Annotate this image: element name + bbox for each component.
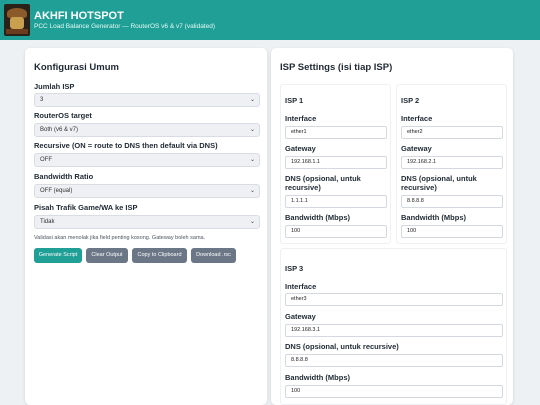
isp-3-interface-label: Interface [285,282,317,291]
recursive-label: Recursive (ON = route to DNS then defaul… [34,141,218,150]
app-subtitle: PCC Load Balance Generator — RouterOS v6… [34,22,216,30]
isp-2-dns-input[interactable]: 8.8.8.8 [401,195,503,208]
app-header: AKHFI HOTSPOT PCC Load Balance Generator… [0,0,540,40]
isp-card-3: ISP 3 Interface ether3 Gateway 192.168.3… [280,248,507,405]
split-traffic-label: Pisah Trafik Game/WA ke ISP [34,203,138,212]
routeros-target-select[interactable]: Both (v6 & v7) ⌄ [34,123,260,137]
chevron-down-icon: ⌄ [249,157,255,163]
isp-3-dns-input[interactable]: 8.8.8.8 [285,354,503,367]
general-config-card: Konfigurasi Umum Jumlah ISP 3 ⌄ RouterOS… [25,48,267,405]
generate-script-button[interactable]: Generate Script [34,248,82,263]
isp-1-bandwidth-input[interactable]: 100 [285,225,387,238]
isp-1-gateway-input[interactable]: 192.168.1.1 [285,156,387,169]
isp-2-interface-input[interactable]: ether2 [401,126,503,139]
bandwidth-ratio-label: Bandwidth Ratio [34,172,94,181]
isp-2-gateway-input[interactable]: 192.168.2.1 [401,156,503,169]
general-config-title: Konfigurasi Umum [34,62,119,73]
chevron-down-icon: ⌄ [249,219,255,225]
routeros-target-value: Both (v6 & v7) [40,127,79,133]
isp-3-dns-label: DNS (opsional, untuk recursive) [285,342,399,351]
recursive-select[interactable]: OFF ⌄ [34,153,260,167]
isp-2-interface-label: Interface [401,114,433,123]
copy-clipboard-button[interactable]: Copy to Clipboard [132,248,187,263]
chevron-down-icon: ⌄ [249,188,255,194]
bandwidth-ratio-select[interactable]: OFF (equal) ⌄ [34,184,260,198]
bandwidth-ratio-value: OFF (equal) [40,188,73,194]
isp-1-bandwidth-label: Bandwidth (Mbps) [285,213,350,222]
isp-count-select[interactable]: 3 ⌄ [34,93,260,107]
app-title: AKHFI HOTSPOT [34,9,124,22]
isp-1-gateway-label: Gateway [285,144,316,153]
isp-1-dns-label: DNS (opsional, untuk recursive) [285,174,361,192]
isp-2-gateway-label: Gateway [401,144,432,153]
logo-icon [4,4,30,36]
isp-card-2: ISP 2 Interface ether2 Gateway 192.168.2… [396,84,507,244]
isp-3-bandwidth-label: Bandwidth (Mbps) [285,373,350,382]
isp-3-bandwidth-input[interactable]: 100 [285,385,503,398]
isp-2-dns-label: DNS (opsional, untuk recursive) [401,174,477,192]
isp-2-title: ISP 2 [401,96,420,105]
isp-settings-card: ISP Settings (isi tiap ISP) ISP 1 Interf… [271,48,513,405]
isp-2-bandwidth-input[interactable]: 100 [401,225,503,238]
download-rsc-button[interactable]: Download .rsc [191,248,236,263]
chevron-down-icon: ⌄ [249,97,255,103]
isp-1-title: ISP 1 [285,96,304,105]
split-traffic-value: Tidak [40,219,55,225]
isp-count-label: Jumlah ISP [34,82,75,91]
isp-3-title: ISP 3 [285,264,304,273]
isp-card-1: ISP 1 Interface ether1 Gateway 192.168.1… [280,84,391,244]
recursive-value: OFF [40,157,52,163]
isp-1-interface-input[interactable]: ether1 [285,126,387,139]
isp-2-bandwidth-label: Bandwidth (Mbps) [401,213,466,222]
isp-1-dns-input[interactable]: 1.1.1.1 [285,195,387,208]
validation-hint: Validasi akan menolak jika field penting… [34,235,206,241]
routeros-target-label: RouterOS target [34,111,92,120]
isp-3-gateway-input[interactable]: 192.168.3.1 [285,324,503,337]
split-traffic-select[interactable]: Tidak ⌄ [34,215,260,229]
isp-3-gateway-label: Gateway [285,312,316,321]
clear-output-button[interactable]: Clear Output [86,248,128,263]
chevron-down-icon: ⌄ [249,127,255,133]
isp-1-interface-label: Interface [285,114,317,123]
isp-3-interface-input[interactable]: ether3 [285,293,503,306]
isp-count-value: 3 [40,97,44,103]
isp-settings-title: ISP Settings (isi tiap ISP) [280,62,393,73]
